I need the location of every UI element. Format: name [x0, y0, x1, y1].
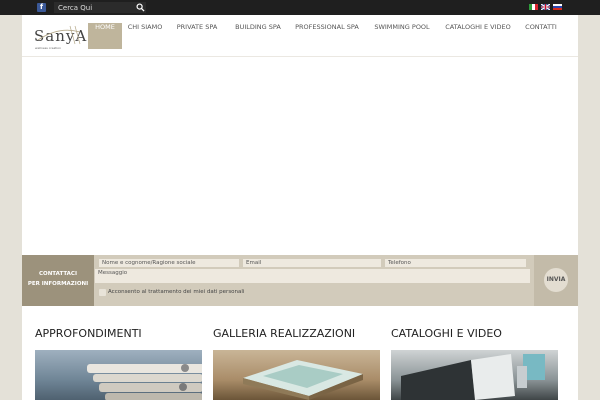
contact-form: CONTATTACI PER INFORMAZIONI Acconsento a… [22, 255, 578, 306]
flag-italy-icon[interactable] [529, 4, 538, 10]
search-input[interactable] [56, 2, 130, 13]
send-panel: INVIA [534, 255, 578, 306]
contact-label-line1: CONTATTACI [38, 271, 77, 277]
top-bar: f [0, 0, 600, 15]
search-icon[interactable] [136, 3, 145, 12]
nav-item-swimming-pool[interactable]: SWIMMING POOL [373, 23, 431, 49]
message-field[interactable] [95, 269, 530, 283]
send-button[interactable]: INVIA [544, 268, 568, 292]
nav-item-home[interactable]: HOME [88, 23, 122, 49]
site-header: SanyA wellness creation HOME CHI SIAMO P… [22, 15, 578, 57]
spa-tub-illustration [243, 360, 363, 400]
privacy-label: Acconsento al trattamento dei miei dati … [108, 289, 245, 295]
section-title-cataloghi-e-video[interactable]: CATALOGHI E VIDEO [391, 327, 502, 340]
contact-form-label: CONTATTACI PER INFORMAZIONI [22, 255, 94, 306]
flag-russia-icon[interactable] [553, 4, 562, 10]
contact-label-line2: PER INFORMAZIONI [27, 281, 89, 287]
section-title-galleria-realizzazioni[interactable]: GALLERIA REALIZZAZIONI [213, 327, 355, 340]
privacy-checkbox[interactable] [99, 289, 106, 296]
nav-item-building-spa[interactable]: BUILDING SPA [231, 23, 285, 49]
catalog-illustration [401, 354, 545, 400]
facebook-icon[interactable]: f [37, 3, 46, 12]
nav-item-contatti[interactable]: CONTATTI [522, 23, 560, 49]
flag-uk-icon[interactable] [541, 4, 550, 10]
catalog-image[interactable] [391, 350, 558, 400]
binders-image[interactable] [35, 350, 202, 400]
section-title-approfondimenti[interactable]: APPROFONDIMENTI [35, 327, 142, 340]
nav-item-private-spa[interactable]: PRIVATE SPA [173, 23, 221, 49]
nav-item-professional-spa[interactable]: PROFESSIONAL SPA [293, 23, 361, 49]
logo-tagline: wellness creation [35, 46, 62, 50]
name-field[interactable] [99, 259, 239, 267]
nav-item-cataloghi-e-video[interactable]: CATALOGHI E VIDEO [443, 23, 513, 49]
search-box [54, 2, 146, 13]
nav-item-chi-siamo[interactable]: CHI SIAMO [125, 23, 165, 49]
binders-illustration [87, 364, 202, 400]
spa-tub-image[interactable] [213, 350, 380, 400]
hero-banner [22, 57, 578, 255]
email-field[interactable] [243, 259, 381, 267]
content-sections: APPROFONDIMENTI GALLERIA REALIZZAZIONI C… [22, 306, 578, 400]
phone-field[interactable] [385, 259, 526, 267]
logo[interactable]: SanyA wellness creation [34, 22, 86, 54]
